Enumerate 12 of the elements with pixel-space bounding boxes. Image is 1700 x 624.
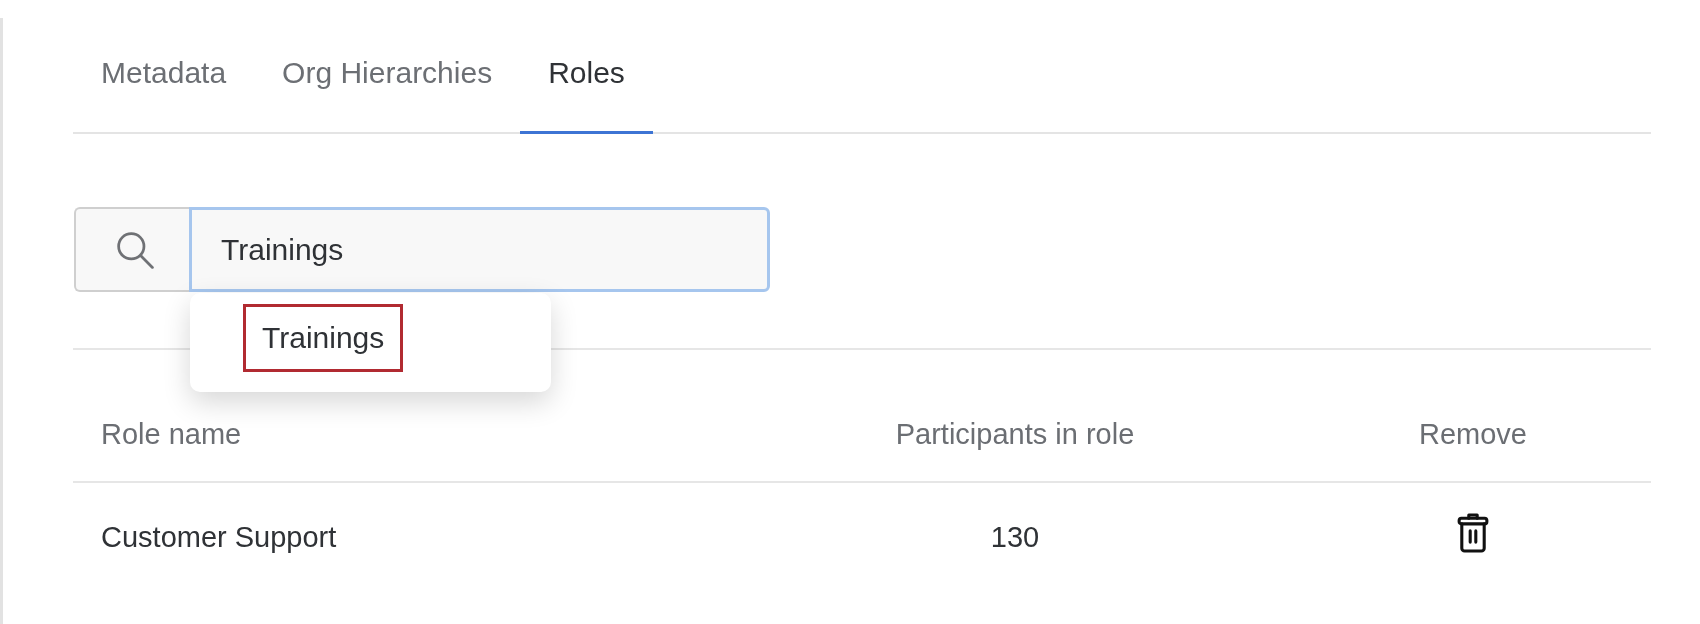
column-header: Remove <box>1418 417 1528 452</box>
trash-icon[interactable] <box>1456 512 1490 554</box>
column-header: Participants in role <box>894 417 1136 452</box>
tab[interactable]: Roles <box>520 18 653 134</box>
suggestion-option[interactable]: Trainings <box>243 304 404 372</box>
table-cell-text: Customer Support <box>100 520 338 555</box>
tab[interactable]: Org Hierarchies <box>254 18 521 134</box>
search-icon <box>115 230 154 269</box>
search-field[interactable]: Trainings <box>189 207 770 292</box>
table-cell-text: 130 <box>989 520 1041 555</box>
tab[interactable]: Metadata <box>73 18 255 134</box>
column-header: Role name <box>100 417 243 452</box>
